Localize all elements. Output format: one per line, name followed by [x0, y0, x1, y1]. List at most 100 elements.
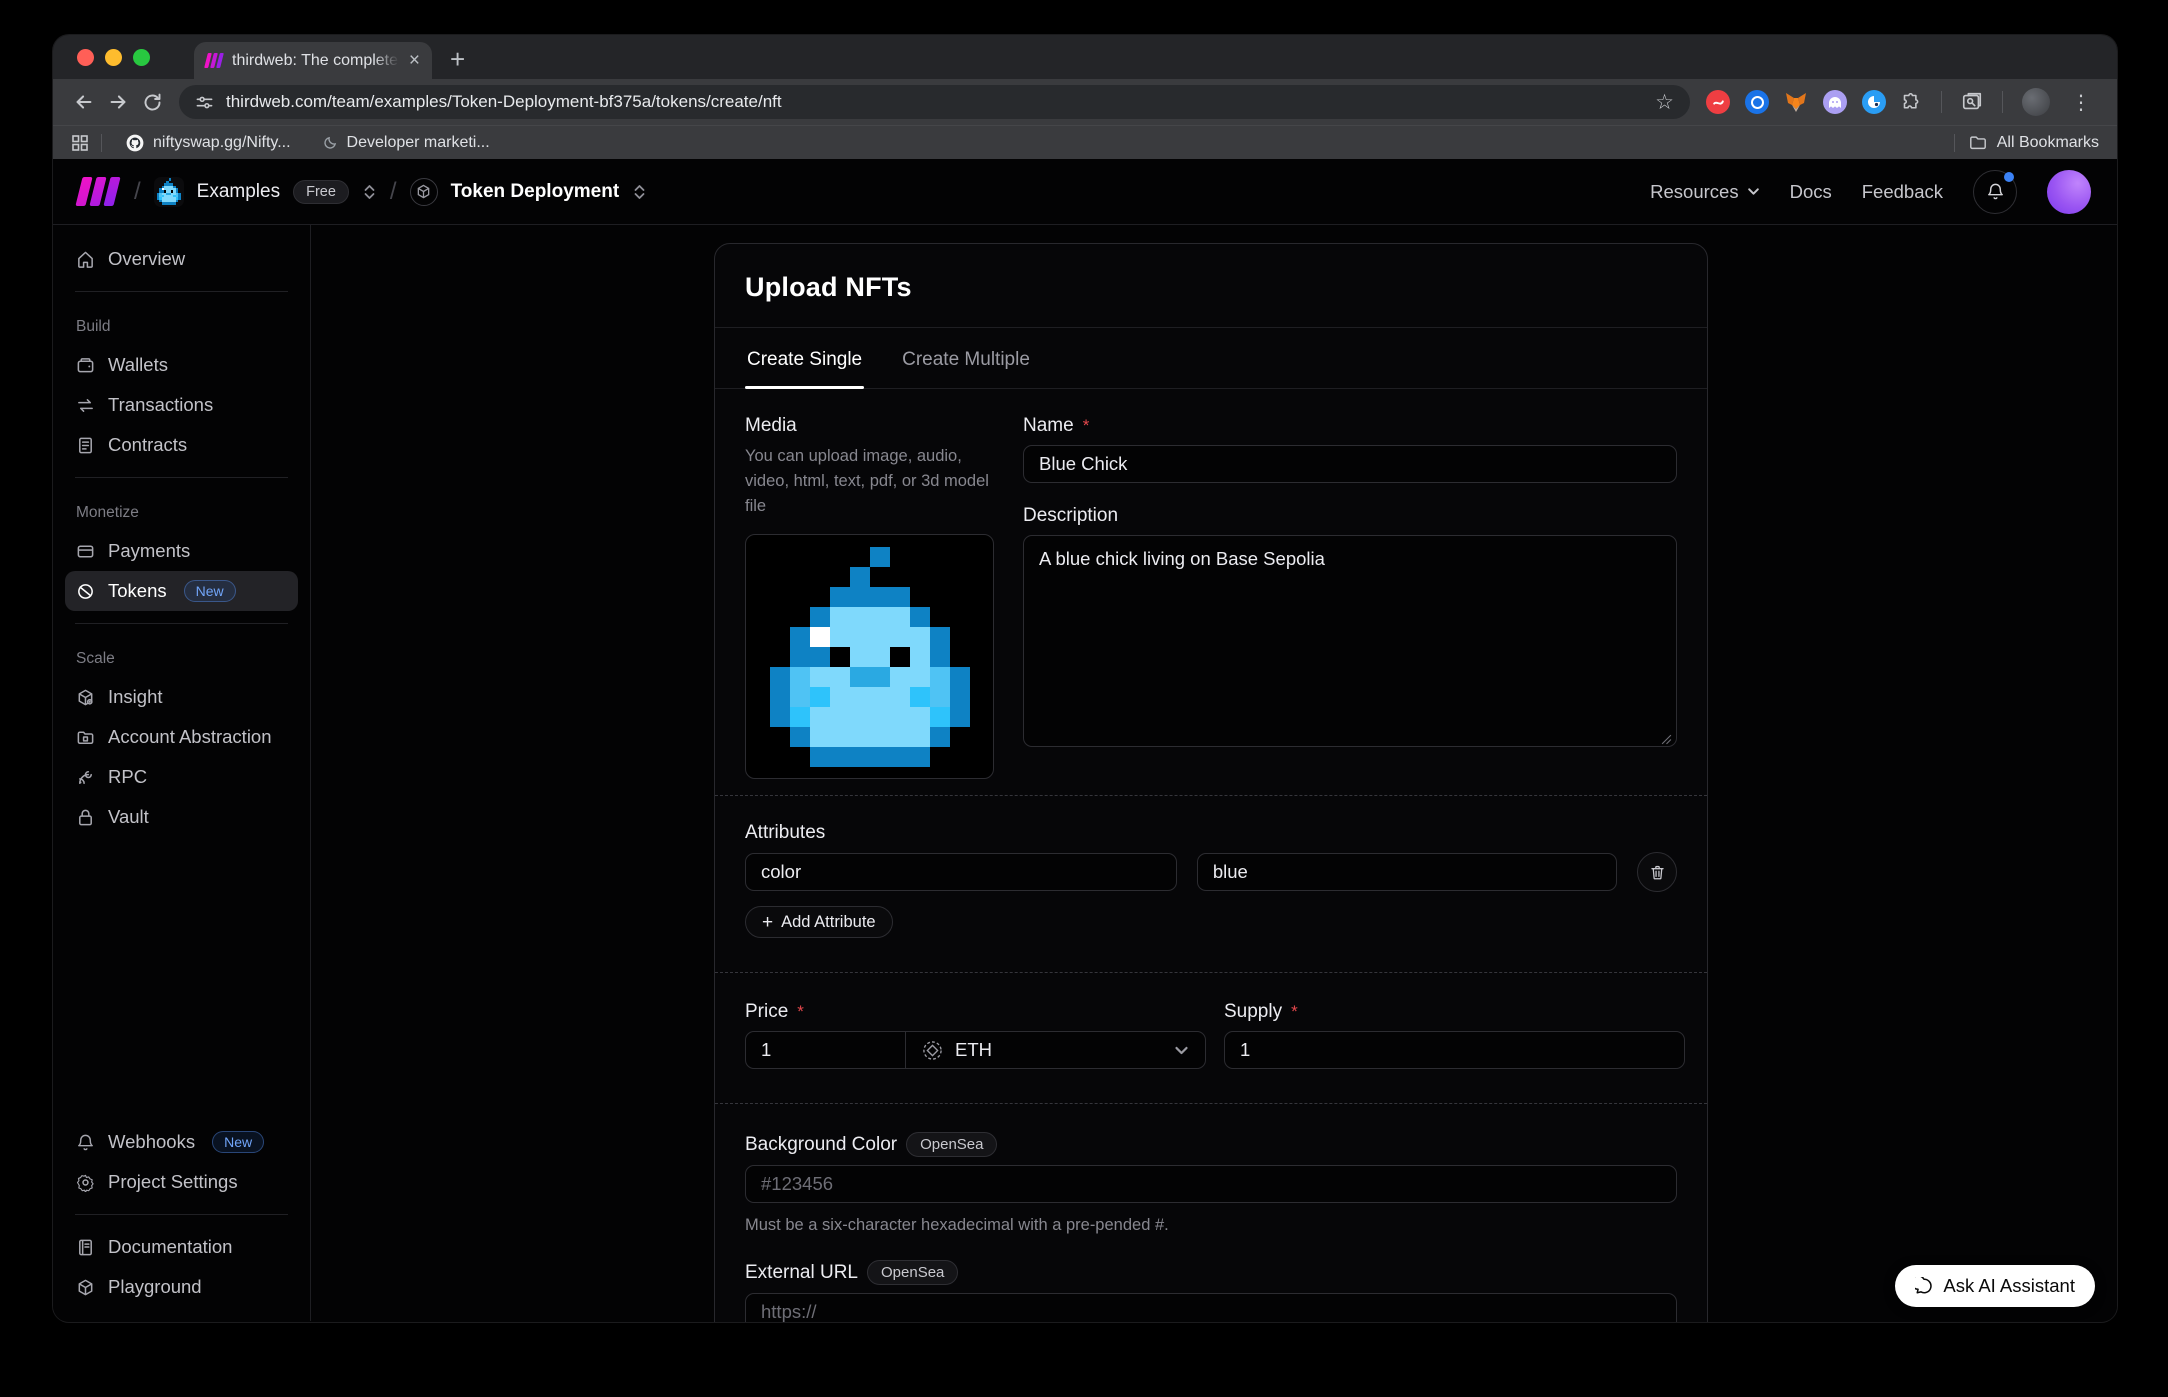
ask-ai-assistant-button[interactable]: Ask AI Assistant — [1895, 1265, 2095, 1307]
new-tab-button[interactable]: + — [450, 44, 465, 79]
sidebar-section-monetize: Monetize — [76, 504, 287, 522]
browser-tab[interactable]: thirdweb: The complete web3... × — [194, 42, 432, 79]
media-upload-preview[interactable] — [745, 534, 994, 779]
signal-icon — [76, 768, 95, 787]
sidebar-item-transactions[interactable]: Transactions — [65, 385, 298, 425]
opensea-badge: OpenSea — [867, 1260, 958, 1285]
section-divider — [715, 795, 1707, 796]
chevron-down-icon — [1174, 1043, 1189, 1058]
home-icon — [76, 250, 95, 269]
chevron-down-icon — [1747, 185, 1760, 198]
account-avatar[interactable] — [2047, 170, 2091, 214]
attribute-name-input[interactable] — [745, 853, 1177, 891]
lock-icon — [76, 808, 95, 827]
all-bookmarks[interactable]: All Bookmarks — [1950, 134, 2099, 152]
url-bar[interactable]: thirdweb.com/team/examples/Token-Deploym… — [179, 85, 1690, 119]
bookmark-item-github[interactable]: niftyswap.gg/Nifty... — [114, 134, 303, 152]
github-icon — [126, 134, 144, 152]
nav-feedback[interactable]: Feedback — [1862, 181, 1943, 203]
delete-attribute-button[interactable] — [1637, 852, 1677, 892]
team-name[interactable]: Examples — [197, 181, 280, 203]
zoom-window-button[interactable] — [133, 49, 150, 66]
sidebar-item-payments[interactable]: Payments — [65, 531, 298, 571]
team-switcher-icon[interactable] — [362, 182, 377, 202]
notifications-button[interactable] — [1973, 170, 2017, 214]
browser-menu-icon[interactable]: ⋮ — [2065, 90, 2097, 115]
sidebar-item-account-abstraction[interactable]: Account Abstraction — [65, 717, 298, 757]
traffic-lights — [53, 35, 164, 79]
content: Overview Build Wallets Transactions Cont… — [53, 225, 2117, 1321]
sidebar-section-build: Build — [76, 318, 287, 336]
tab-create-single[interactable]: Create Single — [745, 328, 864, 388]
sidebar-item-insight[interactable]: Insight — [65, 677, 298, 717]
card-body: Media You can upload image, audio, video… — [715, 389, 1707, 1322]
name-input[interactable] — [1023, 445, 1677, 483]
wallet-icon — [76, 356, 95, 375]
section-divider — [715, 972, 1707, 973]
extension-icon-2[interactable] — [1745, 90, 1769, 114]
sidebar-item-webhooks[interactable]: Webhooks New — [65, 1122, 298, 1162]
card-header: Upload NFTs — [715, 244, 1707, 328]
sidebar: Overview Build Wallets Transactions Cont… — [53, 225, 311, 1321]
tab-create-multiple[interactable]: Create Multiple — [900, 328, 1032, 388]
trash-icon — [1649, 864, 1666, 881]
bell-icon — [1986, 182, 2005, 201]
sidebar-item-wallets[interactable]: Wallets — [65, 345, 298, 385]
thirdweb-page: / Examples Free / Token Deployment Reso — [53, 159, 2117, 1322]
sidebar-item-tokens[interactable]: Tokens New — [65, 571, 298, 611]
background-color-input[interactable] — [745, 1165, 1677, 1203]
tab-title: thirdweb: The complete web3... — [232, 52, 399, 70]
sidebar-item-overview[interactable]: Overview — [65, 239, 298, 279]
opensea-badge: OpenSea — [906, 1132, 997, 1157]
section-divider — [715, 1103, 1707, 1104]
sidebar-item-project-settings[interactable]: Project Settings — [65, 1162, 298, 1202]
name-label: Name* — [1023, 415, 1677, 437]
browser-profile-avatar[interactable] — [2022, 88, 2050, 116]
tab-strip: thirdweb: The complete web3... × + — [53, 35, 2117, 79]
reload-icon[interactable] — [135, 85, 169, 119]
back-icon[interactable] — [67, 85, 101, 119]
bookmark-star-icon[interactable]: ☆ — [1655, 90, 1674, 115]
sidebar-item-contracts[interactable]: Contracts — [65, 425, 298, 465]
supply-input[interactable] — [1224, 1031, 1685, 1069]
folder-box-icon — [76, 728, 95, 747]
tab-close-icon[interactable]: × — [409, 51, 420, 70]
phantom-icon[interactable] — [1823, 90, 1847, 114]
currency-select[interactable]: ETH — [905, 1032, 1205, 1068]
project-name[interactable]: Token Deployment — [451, 181, 620, 203]
extensions-puzzle-icon[interactable] — [1901, 92, 1922, 113]
main-area: Upload NFTs Create Single Create Multipl… — [311, 225, 2117, 1321]
extension-icon-1[interactable] — [1706, 90, 1730, 114]
attribute-value-input[interactable] — [1197, 853, 1617, 891]
bookmark-item-dev[interactable]: Developer marketi... — [311, 134, 502, 152]
thirdweb-logo[interactable] — [75, 177, 120, 206]
insight-icon — [76, 688, 95, 707]
nav-docs[interactable]: Docs — [1790, 181, 1832, 203]
media-hint: You can upload image, audio, video, html… — [745, 444, 997, 518]
metamask-icon[interactable] — [1784, 90, 1808, 114]
close-window-button[interactable] — [77, 49, 94, 66]
external-url-input[interactable] — [745, 1293, 1677, 1322]
apps-grid-icon[interactable] — [71, 134, 89, 152]
price-input[interactable] — [746, 1032, 905, 1068]
project-switcher-icon[interactable] — [632, 182, 647, 202]
toolbar-separator — [1941, 91, 1942, 113]
description-textarea[interactable]: A blue chick living on Base Sepolia — [1023, 535, 1677, 747]
nav-resources[interactable]: Resources — [1650, 181, 1759, 203]
sidebar-item-vault[interactable]: Vault — [65, 797, 298, 837]
extension-icon-5[interactable] — [1862, 90, 1886, 114]
new-badge: New — [212, 1131, 264, 1153]
forward-icon[interactable] — [101, 85, 135, 119]
site-settings-icon[interactable] — [195, 93, 214, 112]
minimize-window-button[interactable] — [105, 49, 122, 66]
plan-badge: Free — [293, 180, 349, 204]
chat-bubble-icon — [1915, 1277, 1933, 1295]
sidebar-item-documentation[interactable]: Documentation — [65, 1227, 298, 1267]
attributes-label: Attributes — [745, 822, 1677, 844]
url-text[interactable]: thirdweb.com/team/examples/Token-Deploym… — [226, 92, 1643, 112]
sidebar-item-playground[interactable]: Playground — [65, 1267, 298, 1307]
add-attribute-button[interactable]: + Add Attribute — [745, 906, 893, 938]
sidebar-item-rpc[interactable]: RPC — [65, 757, 298, 797]
tab-search-icon[interactable] — [1961, 91, 1983, 113]
team-avatar — [154, 177, 184, 207]
